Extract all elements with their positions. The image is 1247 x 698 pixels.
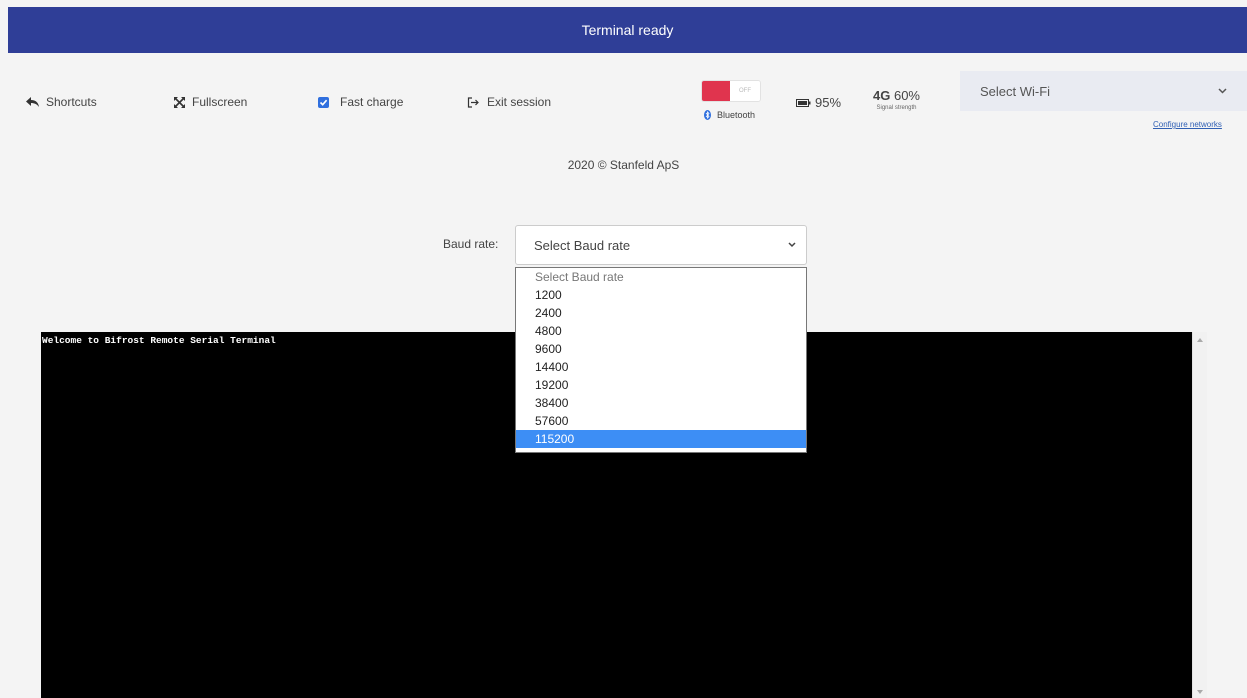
dropdown-option[interactable]: 9600 — [516, 340, 806, 358]
bluetooth-status: Bluetooth — [704, 110, 755, 120]
chevron-down-icon — [788, 242, 796, 248]
checkbox-checked-icon — [318, 96, 329, 108]
battery-icon — [796, 98, 811, 107]
exit-session-label: Exit session — [487, 95, 552, 109]
dropdown-option[interactable]: 1200 — [516, 286, 806, 304]
dropdown-option[interactable]: Select Baud rate — [516, 268, 806, 286]
exit-session-button[interactable]: Exit session — [467, 95, 551, 109]
terminal-welcome-line: Welcome to Bifrost Remote Serial Termina… — [42, 335, 276, 346]
bluetooth-label: Bluetooth — [717, 110, 756, 120]
bluetooth-icon — [704, 110, 711, 120]
header-title: Terminal ready — [581, 22, 674, 38]
shortcuts-button[interactable]: Shortcuts — [26, 95, 97, 109]
terminal-scrollbar[interactable] — [1192, 332, 1207, 698]
shortcuts-label: Shortcuts — [46, 95, 97, 109]
fast-charge-label: Fast charge — [340, 95, 404, 109]
baud-rate-label: Baud rate: — [443, 237, 499, 251]
baud-rate-selected: Select Baud rate — [534, 237, 631, 253]
bluetooth-toggle[interactable]: OFF — [702, 81, 760, 101]
chevron-down-icon — [1218, 88, 1227, 94]
baud-rate-select[interactable]: Select Baud rate — [515, 225, 807, 265]
wifi-select[interactable]: Select Wi-Fi — [960, 71, 1247, 111]
signal-indicator: 4G 60% Signal strength — [873, 88, 920, 111]
fullscreen-button[interactable]: Fullscreen — [174, 95, 247, 109]
scroll-up-icon — [1197, 338, 1203, 342]
dropdown-option[interactable]: 38400 — [516, 394, 806, 412]
dropdown-option[interactable]: 14400 — [516, 358, 806, 376]
battery-value: 95% — [815, 95, 842, 110]
signal-value: 60% — [893, 88, 920, 103]
scroll-down-icon — [1197, 690, 1203, 694]
network-type: 4G — [873, 88, 891, 103]
signal-label: Signal strength — [876, 105, 917, 111]
wifi-placeholder: Select Wi-Fi — [980, 83, 1051, 99]
dropdown-option[interactable]: 19200 — [516, 376, 806, 394]
toggle-off-label: OFF — [730, 81, 760, 101]
reply-arrow-icon — [26, 96, 39, 107]
battery-indicator: 95% — [796, 95, 841, 110]
toggle-on-segment — [702, 81, 730, 101]
dropdown-option-highlighted[interactable]: 115200 — [516, 430, 806, 448]
dropdown-option[interactable]: 2400 — [516, 304, 806, 322]
dropdown-option[interactable]: 4800 — [516, 322, 806, 340]
dropdown-option[interactable]: 57600 — [516, 412, 806, 430]
fullscreen-label: Fullscreen — [192, 95, 248, 109]
copyright-text: 2020 © Stanfeld ApS — [567, 158, 680, 172]
expand-icon — [174, 96, 185, 108]
status-header: Terminal ready — [8, 7, 1247, 53]
baud-rate-dropdown: Select Baud rate 1200 2400 4800 9600 144… — [515, 267, 807, 453]
configure-networks-link[interactable]: Configure networks — [1153, 120, 1222, 129]
sign-out-icon — [467, 96, 479, 108]
fast-charge-checkbox[interactable]: Fast charge — [318, 95, 403, 109]
